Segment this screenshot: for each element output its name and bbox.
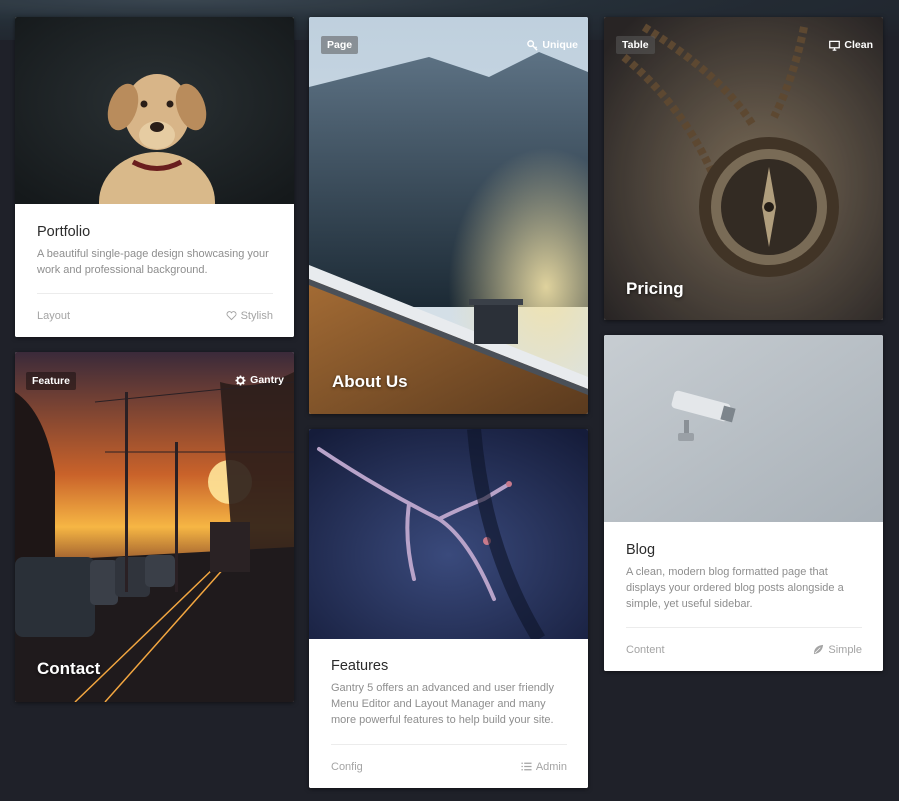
portfolio-style: Stylish [240, 309, 273, 322]
pricing-badge: Clean [829, 39, 873, 51]
pricing-tag[interactable]: Table [616, 36, 655, 54]
about-image [309, 17, 588, 414]
about-badge: Unique [527, 39, 578, 51]
key-icon [527, 39, 539, 51]
features-image [309, 429, 588, 639]
pricing-image [604, 17, 883, 320]
about-tag[interactable]: Page [321, 36, 359, 54]
portfolio-title[interactable]: Portfolio [37, 224, 273, 240]
pricing-title[interactable]: Pricing [626, 279, 684, 299]
blog-image [604, 335, 883, 522]
portfolio-card[interactable]: Portfolio A beautiful single-page design… [15, 17, 294, 337]
pricing-card[interactable]: Table Clean Pricing [604, 17, 883, 320]
blog-style: Simple [828, 643, 862, 656]
blog-title[interactable]: Blog [626, 542, 862, 558]
leaf-icon [814, 644, 824, 655]
blog-category[interactable]: Content [626, 644, 665, 656]
blog-description: A clean, modern blog formatted page that… [626, 566, 844, 610]
contact-card[interactable]: Feature Gantry Contact [15, 352, 294, 702]
features-body: Features Gantry 5 offers an advanced and… [309, 639, 588, 788]
about-title[interactable]: About Us [332, 372, 408, 392]
features-description: Gantry 5 offers an advanced and user fri… [331, 682, 554, 726]
portfolio-category[interactable]: Layout [37, 310, 70, 322]
list-icon [521, 762, 532, 771]
portfolio-meta: Layout Stylish [37, 293, 273, 337]
features-meta: Config Admin [331, 744, 567, 788]
blog-meta: Content Simple [626, 627, 862, 671]
contact-title[interactable]: Contact [37, 659, 100, 679]
contact-image [15, 352, 294, 702]
blog-body: Blog A clean, modern blog formatted page… [604, 522, 883, 671]
blog-card[interactable]: Blog A clean, modern blog formatted page… [604, 335, 883, 671]
contact-tag[interactable]: Feature [26, 372, 76, 390]
pricing-badge-label: Clean [844, 39, 873, 51]
about-badge-label: Unique [542, 39, 578, 51]
gear-icon [235, 374, 246, 386]
portfolio-description: A beautiful single-page design showcasin… [37, 248, 269, 276]
portfolio-image [15, 17, 294, 204]
contact-badge: Gantry [235, 374, 284, 386]
portfolio-body: Portfolio A beautiful single-page design… [15, 204, 294, 337]
contact-badge-label: Gantry [250, 374, 284, 386]
monitor-icon [829, 40, 841, 51]
features-card[interactable]: Features Gantry 5 offers an advanced and… [309, 429, 588, 788]
features-style: Admin [535, 760, 567, 773]
features-category[interactable]: Config [331, 761, 363, 773]
heart-icon [226, 311, 237, 321]
features-title[interactable]: Features [331, 658, 567, 674]
about-card[interactable]: Page Unique About Us [309, 17, 588, 414]
